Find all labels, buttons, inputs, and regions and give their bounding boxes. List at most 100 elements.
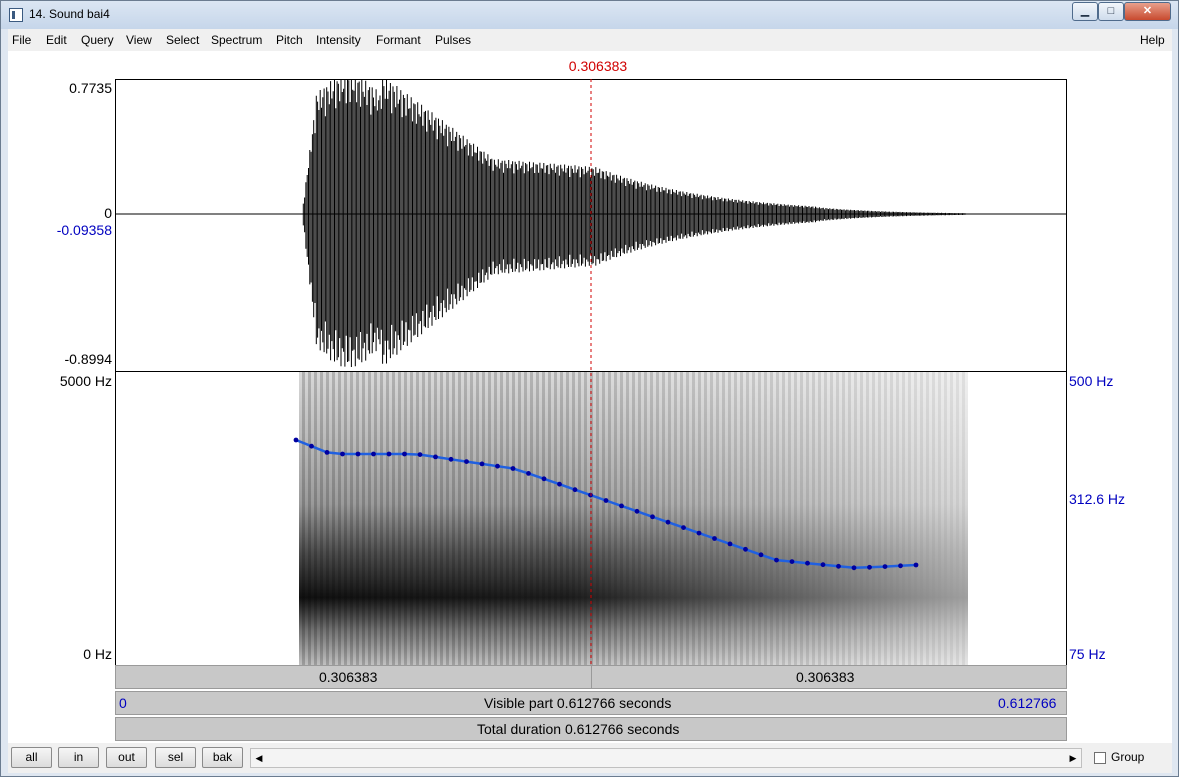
title-bar[interactable]: 14. Sound bai4 ▁ □ ✕ bbox=[1, 1, 1178, 29]
pitch-point bbox=[836, 563, 841, 569]
window-title: 14. Sound bai4 bbox=[29, 7, 110, 21]
left-segment[interactable]: 0.306383 bbox=[116, 666, 592, 688]
pitch-point bbox=[727, 541, 733, 547]
pitch-point bbox=[355, 451, 361, 457]
pitch-point bbox=[417, 452, 423, 457]
total-duration-bar[interactable]: Total duration 0.612766 seconds bbox=[115, 717, 1067, 741]
pitch-point bbox=[743, 546, 748, 552]
pitch-point bbox=[650, 514, 655, 520]
menu-bar: File Edit Query View Select Spectrum Pit… bbox=[8, 29, 1172, 51]
pitch-point bbox=[898, 563, 903, 569]
pitch-point bbox=[340, 451, 345, 457]
pitch-point bbox=[665, 519, 671, 525]
pitch-point bbox=[309, 443, 314, 449]
maximize-button[interactable]: □ bbox=[1098, 2, 1124, 21]
menu-view[interactable]: View bbox=[126, 33, 152, 47]
spectrogram-top-freq: 5000 Hz bbox=[59, 373, 112, 389]
close-icon: ✕ bbox=[1142, 5, 1153, 17]
pitch-top-label: 500 Hz bbox=[1069, 373, 1114, 389]
maximize-icon: □ bbox=[1107, 5, 1115, 17]
menu-file[interactable]: File bbox=[12, 33, 31, 47]
wave-max-label: 0.7735 bbox=[69, 80, 112, 96]
pitch-point bbox=[293, 437, 299, 443]
pitch-point bbox=[820, 562, 826, 568]
pitch-point bbox=[774, 557, 779, 563]
segment-bar: 0.306383 0.306383 bbox=[115, 665, 1067, 689]
menu-help[interactable]: Help bbox=[1140, 33, 1165, 47]
menu-edit[interactable]: Edit bbox=[46, 33, 67, 47]
waveform-panel[interactable] bbox=[115, 79, 1067, 372]
pitch-point bbox=[371, 451, 376, 457]
menu-intensity[interactable]: Intensity bbox=[316, 33, 361, 47]
menu-spectrum[interactable]: Spectrum bbox=[211, 33, 262, 47]
menu-query[interactable]: Query bbox=[81, 33, 114, 47]
pitch-point bbox=[851, 565, 857, 571]
pitch-point bbox=[464, 459, 469, 464]
menu-pitch[interactable]: Pitch bbox=[276, 33, 303, 47]
pitch-point bbox=[324, 450, 330, 455]
pitch-point bbox=[619, 503, 624, 509]
spectrogram-svg bbox=[293, 372, 968, 665]
cursor-time-label: 0.306383 bbox=[568, 58, 628, 74]
pitch-point bbox=[867, 564, 872, 570]
pitch-point bbox=[386, 451, 392, 457]
waveform-svg bbox=[116, 80, 1066, 367]
visible-end-time: 0.612766 bbox=[998, 695, 1057, 711]
scroll-right-icon[interactable]: ▶ bbox=[1066, 750, 1080, 766]
zoom-sel-button[interactable]: sel bbox=[155, 747, 196, 768]
pitch-point bbox=[588, 492, 593, 498]
total-duration-label: Total duration 0.612766 seconds bbox=[477, 721, 680, 737]
scroll-left-icon[interactable]: ◀ bbox=[252, 750, 266, 766]
zoom-out-button[interactable]: out bbox=[106, 747, 147, 768]
pitch-point bbox=[572, 487, 578, 493]
pitch-bottom-label: 75 Hz bbox=[1069, 646, 1106, 662]
left-segment-duration: 0.306383 bbox=[319, 669, 378, 685]
pitch-point bbox=[526, 471, 531, 476]
spectrogram-bottom-freq: 0 Hz bbox=[83, 646, 112, 662]
minimize-button[interactable]: ▁ bbox=[1072, 2, 1098, 21]
spectrogram-decay bbox=[299, 372, 968, 665]
pitch-point bbox=[913, 562, 919, 568]
visible-part-label: Visible part 0.612766 seconds bbox=[484, 695, 672, 711]
pitch-point bbox=[557, 481, 562, 487]
close-button[interactable]: ✕ bbox=[1124, 2, 1171, 21]
menu-formant[interactable]: Formant bbox=[376, 33, 421, 47]
pitch-point bbox=[495, 463, 500, 469]
pitch-current-label: 312.6 Hz bbox=[1069, 491, 1126, 507]
pitch-point bbox=[603, 498, 609, 503]
waveform-trace bbox=[302, 80, 971, 367]
pitch-point bbox=[789, 559, 795, 564]
zoom-back-button[interactable]: bak bbox=[202, 747, 243, 768]
pitch-point bbox=[805, 560, 810, 566]
pitch-point bbox=[758, 552, 764, 558]
group-label: Group bbox=[1111, 750, 1145, 764]
menu-select[interactable]: Select bbox=[166, 33, 199, 47]
wave-min-label: -0.8994 bbox=[64, 351, 112, 367]
pitch-point bbox=[696, 530, 702, 536]
menu-pulses[interactable]: Pulses bbox=[435, 33, 471, 47]
pitch-point bbox=[882, 564, 888, 569]
pitch-point bbox=[433, 454, 438, 460]
wave-zero-label: 0 bbox=[104, 205, 112, 221]
navigation-bar: all in out sel bak ◀ ▶ Group bbox=[8, 743, 1172, 773]
editor-canvas[interactable]: 0.306383 0.7735 0 -0.09358 -0.8994 5000 … bbox=[8, 51, 1172, 743]
pitch-point bbox=[479, 461, 485, 467]
minimize-icon: ▁ bbox=[1080, 5, 1090, 17]
group-checkbox[interactable] bbox=[1094, 752, 1106, 764]
praat-sound-window: 14. Sound bai4 ▁ □ ✕ File Edit Query Vie… bbox=[0, 0, 1179, 777]
spectrogram-panel[interactable] bbox=[115, 372, 1067, 665]
pitch-point bbox=[402, 451, 407, 457]
visible-start-time: 0 bbox=[119, 695, 127, 711]
zoom-in-button[interactable]: in bbox=[58, 747, 99, 768]
wave-cursor-value-label: -0.09358 bbox=[56, 222, 112, 238]
pitch-point bbox=[681, 525, 686, 530]
right-segment[interactable]: 0.306383 bbox=[593, 666, 1067, 688]
pitch-point bbox=[448, 456, 454, 462]
visible-part-bar[interactable]: 0 Visible part 0.612766 seconds 0.612766 bbox=[115, 691, 1067, 715]
right-segment-duration: 0.306383 bbox=[796, 669, 855, 685]
pitch-point bbox=[541, 476, 547, 482]
pitch-point bbox=[634, 508, 640, 514]
window-icon bbox=[9, 8, 23, 22]
zoom-all-button[interactable]: all bbox=[11, 747, 52, 768]
horizontal-scrollbar[interactable]: ◀ ▶ bbox=[250, 748, 1082, 768]
